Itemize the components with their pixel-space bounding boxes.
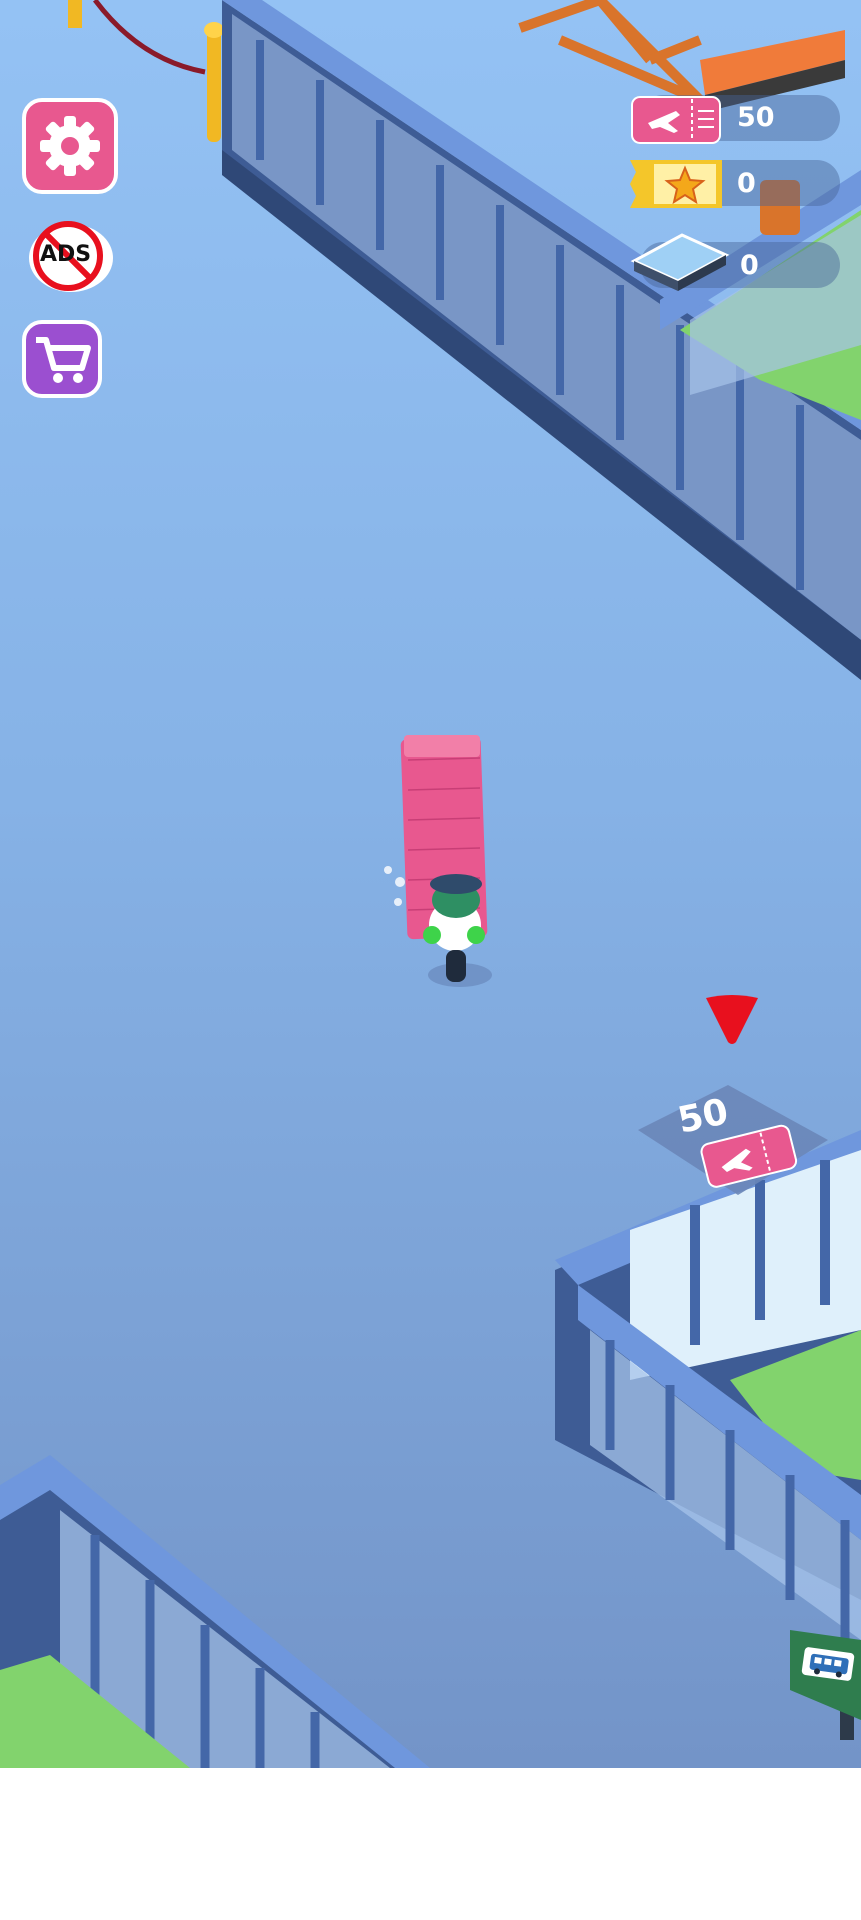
shop-button[interactable]: [22, 320, 102, 398]
player-character: [384, 735, 492, 987]
lower-left-room: [0, 1455, 430, 1768]
game-scene[interactable]: 50 0 0 ADS 50: [0, 0, 861, 1768]
tickets-count: 50: [737, 102, 775, 133]
no-ads-label: ADS: [40, 242, 92, 267]
no-ads-button[interactable]: ADS: [26, 212, 116, 296]
objective-marker: [702, 990, 762, 1046]
unlock-price: 50: [674, 1091, 732, 1142]
bus-sign: [806, 1652, 852, 1678]
orange-scaffold: [518, 0, 704, 105]
plane-ticket-icon: [630, 95, 722, 145]
vip-tickets-count: 0: [737, 168, 756, 199]
bus-icon: [809, 1653, 849, 1678]
gear-icon: [40, 116, 100, 176]
star-ticket-icon: [626, 156, 726, 212]
bus-stop-sign: [790, 1630, 861, 1740]
settings-button[interactable]: [22, 98, 118, 194]
bottom-blank-area: [0, 1768, 861, 1920]
shopping-cart-icon: [36, 337, 91, 383]
floor-tile-icon: [630, 225, 730, 297]
tiles-count: 0: [740, 250, 759, 281]
lower-right-room: [555, 1130, 861, 1640]
unlock-pad[interactable]: 50: [640, 1090, 830, 1195]
red-arrow-down-icon: [706, 995, 758, 1044]
